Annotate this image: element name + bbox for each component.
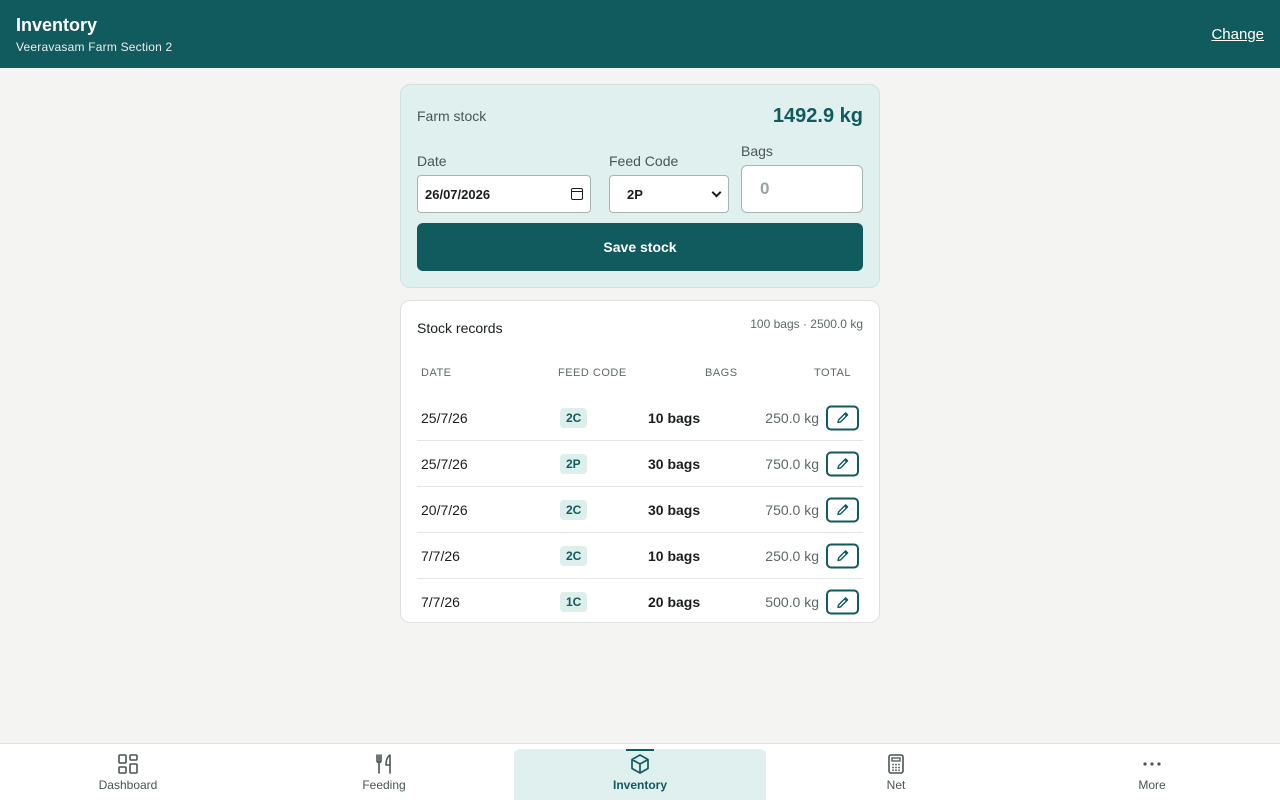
row-date: 7/7/26 — [421, 547, 460, 564]
stock-records-card: Stock records 100 bags · 2500.0 kg DATE … — [400, 300, 880, 623]
feed-code-field: Feed Code 2P — [609, 153, 729, 213]
active-tab-indicator — [626, 749, 654, 751]
save-stock-button[interactable]: Save stock — [417, 223, 863, 271]
row-total: 750.0 kg — [765, 501, 819, 518]
feed-code-badge: 1C — [560, 592, 588, 612]
grid-icon — [118, 753, 138, 774]
pencil-icon — [836, 458, 848, 470]
row-total: 750.0 kg — [765, 455, 819, 472]
chevron-down-icon — [711, 187, 722, 197]
pencil-icon — [836, 412, 848, 424]
table-row: 20/7/26 2C 30 bags 750.0 kg — [417, 487, 863, 533]
calendar-icon[interactable] — [571, 188, 583, 200]
row-date: 25/7/26 — [421, 455, 468, 472]
row-date: 25/7/26 — [421, 409, 468, 426]
column-bags: BAGS — [705, 367, 738, 379]
bags-input[interactable]: 0 — [741, 165, 863, 213]
records-list: 25/7/26 2C 10 bags 250.0 kg 25/7/26 2P 3… — [417, 395, 863, 625]
table-row: 25/7/26 2P 30 bags 750.0 kg — [417, 441, 863, 487]
feed-code-badge: 2C — [560, 499, 588, 520]
nav-dashboard[interactable]: Dashboard — [0, 744, 256, 800]
date-field: Date 26/07/2026 — [417, 153, 591, 213]
pencil-icon — [836, 504, 848, 516]
farm-stock-label: Farm stock — [417, 108, 487, 124]
feed-code-value: 2P — [627, 186, 643, 202]
header-titles: Inventory Veeravasam Farm Section 2 — [16, 14, 172, 54]
edit-button[interactable] — [826, 589, 859, 615]
row-date: 20/7/26 — [421, 501, 468, 518]
table-row: 25/7/26 2C 10 bags 250.0 kg — [417, 395, 863, 441]
edit-button[interactable] — [826, 405, 859, 430]
row-bags: 30 bags — [648, 501, 701, 518]
edit-button[interactable] — [826, 543, 859, 568]
feed-code-badge: 2P — [560, 453, 587, 474]
date-value: 26/07/2026 — [425, 186, 491, 202]
pencil-icon — [836, 596, 848, 608]
table-row: 7/7/26 1C 20 bags 500.0 kg — [417, 579, 863, 625]
row-bags: 10 bags — [648, 547, 701, 564]
column-feed-code: FEED CODE — [558, 367, 627, 379]
date-input[interactable]: 26/07/2026 — [417, 175, 591, 213]
nav-feeding[interactable]: Feeding — [256, 744, 512, 800]
row-date: 7/7/26 — [421, 594, 460, 610]
row-bags: 20 bags — [648, 594, 701, 610]
stock-entry-card: Farm stock 1492.9 kg Date 26/07/2026 Fee… — [400, 84, 880, 288]
records-title: Stock records — [417, 320, 503, 336]
bottom-nav: Dashboard Feeding Inventory Net More — [0, 743, 1280, 800]
nav-more[interactable]: More — [1024, 744, 1280, 800]
calculator-icon — [888, 753, 904, 774]
nav-dashboard-label: Dashboard — [98, 777, 158, 792]
column-date: DATE — [421, 367, 452, 379]
farm-stock-row: Farm stock 1492.9 kg — [417, 101, 863, 131]
farm-name: Veeravasam Farm Section 2 — [16, 40, 173, 54]
nav-net[interactable]: Net — [768, 744, 1024, 800]
bags-placeholder: 0 — [760, 179, 770, 198]
table-row: 7/7/26 2C 10 bags 250.0 kg — [417, 533, 863, 579]
nav-inventory-label: Inventory — [612, 777, 667, 792]
records-header: Stock records 100 bags · 2500.0 kg — [417, 317, 863, 357]
edit-button[interactable] — [826, 451, 859, 476]
feed-code-badge: 2C — [560, 407, 588, 428]
bags-label: Bags — [741, 143, 773, 159]
fork-knife-icon — [376, 753, 391, 774]
nav-net-label: Net — [886, 777, 906, 792]
change-farm-link[interactable]: Change — [1211, 26, 1264, 43]
app-header: Inventory Veeravasam Farm Section 2 Chan… — [0, 0, 1280, 68]
date-label: Date — [417, 153, 447, 169]
row-bags: 10 bags — [648, 409, 701, 426]
feed-code-badge: 2C — [560, 545, 588, 566]
row-total: 250.0 kg — [765, 547, 819, 564]
records-column-headers: DATE FEED CODE BAGS TOTAL — [417, 357, 863, 387]
box-icon — [631, 753, 649, 774]
page-title: Inventory — [16, 15, 98, 35]
records-summary: 100 bags · 2500.0 kg — [750, 317, 863, 331]
edit-button[interactable] — [826, 497, 859, 522]
feed-code-label: Feed Code — [609, 153, 679, 169]
pencil-icon — [836, 550, 848, 562]
feed-code-select[interactable]: 2P — [609, 175, 729, 213]
bags-field: Bags 0 — [741, 143, 863, 213]
more-dots-icon — [1143, 761, 1161, 766]
farm-stock-value: 1492.9 kg — [772, 104, 863, 127]
row-total: 500.0 kg — [765, 594, 819, 610]
row-bags: 30 bags — [648, 455, 701, 472]
nav-feeding-label: Feeding — [362, 777, 406, 792]
row-total: 250.0 kg — [765, 409, 819, 426]
column-total: TOTAL — [814, 367, 851, 379]
stock-form: Date 26/07/2026 Feed Code 2P Bags 0 — [417, 131, 863, 213]
nav-inventory[interactable]: Inventory — [512, 744, 768, 800]
nav-more-label: More — [1138, 777, 1166, 792]
